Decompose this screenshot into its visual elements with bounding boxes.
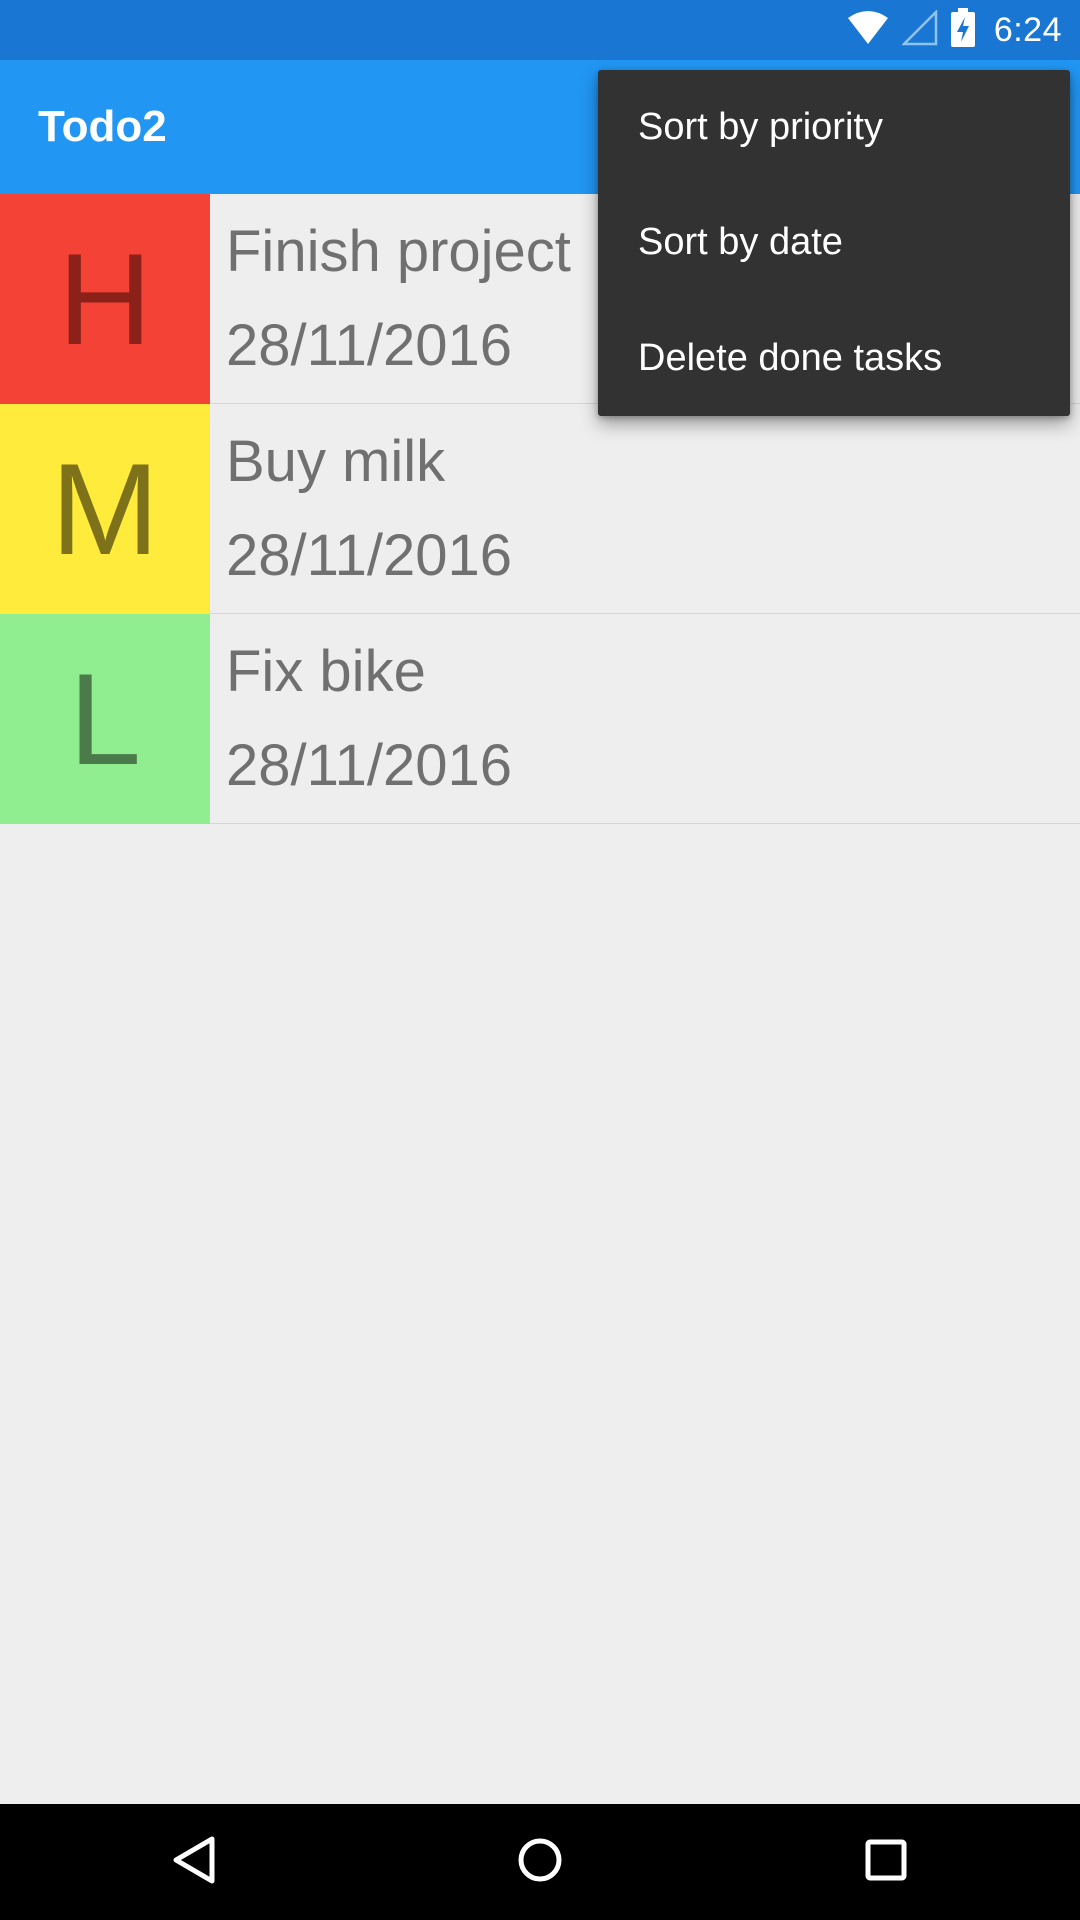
recents-button[interactable] <box>826 1804 946 1920</box>
priority-badge-low: L <box>0 614 210 824</box>
status-time: 6:24 <box>993 10 1062 49</box>
menu-item-sort-by-date[interactable]: Sort by date <box>598 184 1070 300</box>
task-row[interactable]: M Buy milk 28/11/2016 <box>0 404 1080 614</box>
task-title: Fix bike <box>226 639 426 704</box>
overflow-menu: Sort by priority Sort by date Delete don… <box>598 70 1070 416</box>
task-title: Buy milk <box>226 429 446 494</box>
navigation-bar <box>0 1804 1080 1920</box>
menu-item-delete-done-tasks[interactable]: Delete done tasks <box>598 300 1070 416</box>
menu-item-sort-by-priority[interactable]: Sort by priority <box>598 70 1070 184</box>
task-date: 28/11/2016 <box>226 313 512 378</box>
wifi-icon <box>846 10 890 51</box>
battery-charging-icon <box>950 7 976 53</box>
priority-letter: H <box>58 226 152 372</box>
task-date: 28/11/2016 <box>226 733 512 798</box>
priority-badge-high: H <box>0 194 210 404</box>
app-title: Todo2 <box>38 102 167 151</box>
home-icon <box>516 1836 564 1889</box>
back-icon <box>170 1835 218 1890</box>
priority-letter: M <box>50 436 160 582</box>
screen: 6:24 Todo2 H Finish project 28/11/2016 M… <box>0 0 1080 1920</box>
home-button[interactable] <box>480 1804 600 1920</box>
status-bar: 6:24 <box>0 0 1080 60</box>
task-date: 28/11/2016 <box>226 523 512 588</box>
back-button[interactable] <box>134 1804 254 1920</box>
priority-badge-medium: M <box>0 404 210 614</box>
priority-letter: L <box>68 646 142 792</box>
task-row[interactable]: L Fix bike 28/11/2016 <box>0 614 1080 824</box>
status-icons: 6:24 <box>846 0 1062 60</box>
recents-icon <box>864 1838 908 1887</box>
cell-signal-icon <box>900 8 938 51</box>
task-title: Finish project <box>226 219 571 284</box>
